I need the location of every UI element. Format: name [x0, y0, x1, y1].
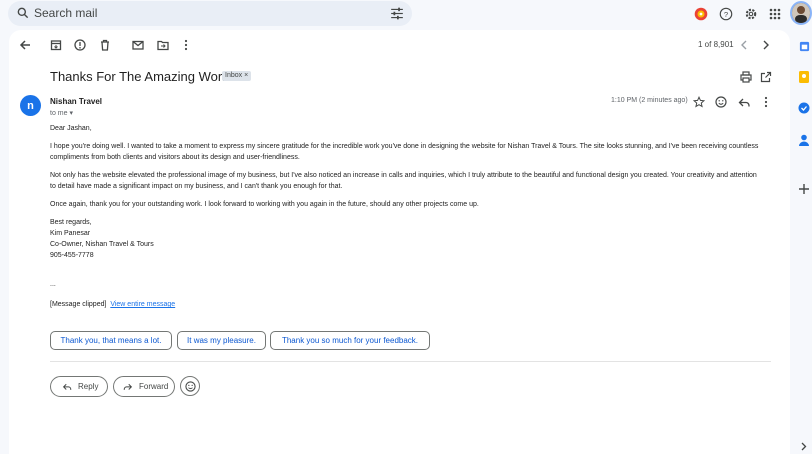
divider: [50, 361, 771, 362]
clipped-text: [Message clipped]: [50, 301, 107, 308]
label-text: Inbox: [225, 72, 243, 79]
older-chevron-icon[interactable]: [757, 36, 775, 54]
emoji-reaction-button[interactable]: [180, 376, 200, 396]
forward-label: Forward: [139, 382, 169, 391]
message-body: Dear Jashan, I hope you're doing well. I…: [50, 123, 762, 290]
inbox-label-badge[interactable]: Inbox ×: [222, 71, 252, 81]
reply-arrow-icon: [62, 383, 72, 390]
sender-avatar[interactable]: n: [20, 95, 41, 116]
chevron-down-icon[interactable]: ▾: [69, 110, 73, 117]
signature-line: Best regards,: [50, 219, 92, 226]
contacts-icon[interactable]: [797, 133, 811, 147]
remove-label-icon[interactable]: ×: [244, 72, 248, 79]
reply-label: Reply: [78, 382, 99, 391]
emoji-icon: [184, 380, 196, 392]
smart-reply-chip[interactable]: It was my pleasure.: [177, 331, 266, 350]
message-timestamp: 1:10 PM (2 minutes ago): [611, 97, 688, 104]
open-in-new-icon[interactable]: [757, 68, 775, 86]
account-avatar[interactable]: [790, 1, 812, 25]
view-entire-message-link[interactable]: View entire message: [110, 301, 175, 308]
svg-text:?: ?: [724, 10, 728, 19]
signature-line: Kim Panesar: [50, 230, 91, 237]
newer-chevron-icon[interactable]: [735, 36, 753, 54]
expand-panel-chevron-icon[interactable]: [797, 439, 811, 453]
delete-icon[interactable]: [96, 36, 114, 54]
paragraph: Not only has the website elevated the pr…: [50, 172, 757, 190]
message-clipped-notice: [Message clipped] View entire message: [50, 301, 175, 308]
paragraph: Once again, thank you for your outstandi…: [50, 201, 479, 208]
archive-icon[interactable]: [47, 36, 65, 54]
paragraph: I hope you're doing well. I wanted to ta…: [50, 143, 759, 161]
forward-button[interactable]: Forward: [113, 376, 175, 397]
calendar-icon[interactable]: [797, 39, 811, 53]
reply-button[interactable]: Reply: [50, 376, 108, 397]
gemini-icon[interactable]: [691, 4, 711, 24]
settings-icon[interactable]: [741, 4, 761, 24]
search-bar[interactable]: Search mail: [8, 1, 412, 26]
message-count: 1 of 8,901: [698, 40, 734, 49]
greeting: Dear Jashan,: [50, 125, 92, 132]
star-icon[interactable]: [690, 93, 708, 111]
sender-name[interactable]: Nishan Travel: [50, 97, 102, 106]
email-subject: Thanks For The Amazing Work: [50, 69, 229, 84]
apps-icon[interactable]: [765, 4, 785, 24]
recipient-details[interactable]: to me ▾: [50, 109, 73, 117]
tasks-icon[interactable]: [797, 101, 811, 115]
to-me-text: to me: [50, 110, 68, 117]
help-icon[interactable]: ?: [716, 4, 736, 24]
print-icon[interactable]: [737, 68, 755, 86]
add-icon[interactable]: [797, 182, 811, 196]
trimmed-content-toggle[interactable]: ...: [50, 279, 762, 290]
reply-icon[interactable]: [735, 93, 753, 111]
search-input[interactable]: Search mail: [34, 6, 97, 20]
smart-reply-chip[interactable]: Thank you so much for your feedback.: [270, 331, 430, 350]
smart-reply-chip[interactable]: Thank you, that means a lot.: [50, 331, 172, 350]
forward-arrow-icon: [123, 383, 133, 390]
signature-line: Co-Owner, Nishan Travel & Tours: [50, 241, 154, 248]
more-icon[interactable]: [177, 36, 195, 54]
signature-line: 905-455-7778: [50, 252, 94, 259]
keep-icon[interactable]: [797, 70, 811, 84]
message-more-icon[interactable]: [757, 93, 775, 111]
search-icon[interactable]: [16, 6, 30, 25]
filter-icon[interactable]: [390, 7, 404, 25]
back-icon[interactable]: [16, 36, 34, 54]
move-to-icon[interactable]: [154, 36, 172, 54]
mark-unread-icon[interactable]: [129, 36, 147, 54]
report-spam-icon[interactable]: [71, 36, 89, 54]
emoji-icon[interactable]: [712, 93, 730, 111]
